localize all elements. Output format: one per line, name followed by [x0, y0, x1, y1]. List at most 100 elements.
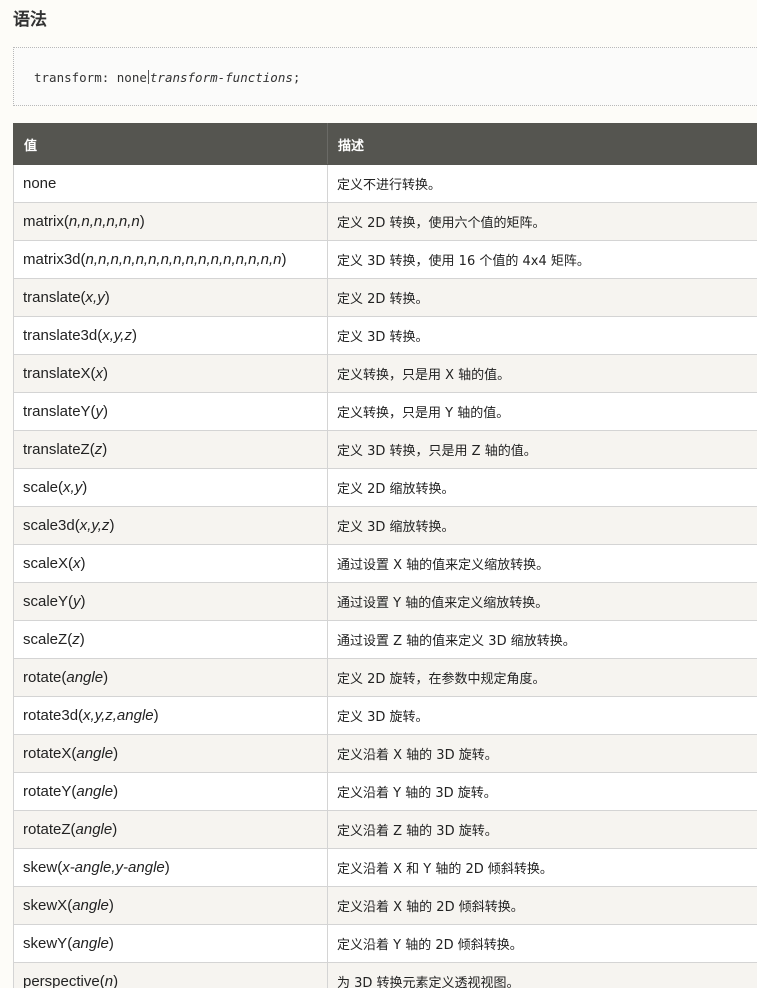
value-cell: scale(x,y) [13, 468, 328, 507]
table-row: skewX(angle) 定义沿着 X 轴的 2D 倾斜转换。 [13, 886, 757, 925]
description-cell: 通过设置 Y 轴的值来定义缩放转换。 [327, 582, 757, 621]
table-row: translateZ(z) 定义 3D 转换，只是用 Z 轴的值。 [13, 430, 757, 469]
function-arguments: x [73, 555, 81, 572]
function-arguments: angle [75, 821, 113, 838]
paren-close: ) [102, 441, 108, 458]
paren-close: ) [103, 365, 109, 382]
function-name: translateX [23, 365, 91, 382]
code-prefix: transform: none [34, 70, 147, 85]
function-name: scale3d [23, 517, 75, 534]
function-name: scaleZ [23, 631, 68, 648]
description-cell: 定义 3D 转换。 [327, 316, 757, 355]
page: 语法 transform: none transform-functions; 值… [0, 0, 757, 988]
function-arguments: x [95, 365, 104, 382]
paren-close: ) [80, 555, 86, 572]
function-name: matrix3d [23, 251, 81, 268]
syntax-code-line: transform: none transform-functions; [34, 70, 300, 85]
value-cell: skew(x-angle,y-angle) [13, 848, 328, 887]
table-row: scale3d(x,y,z) 定义 3D 缩放转换。 [13, 506, 757, 545]
value-cell: perspective(n) [13, 962, 328, 988]
description-cell: 定义 3D 旋转。 [327, 696, 757, 735]
paren-close: ) [139, 213, 145, 230]
value-cell: rotateY(angle) [13, 772, 328, 811]
paren-close: ) [82, 479, 88, 496]
header-value: 值 [13, 123, 328, 165]
paren-close: ) [164, 859, 170, 876]
function-name: scaleY [23, 593, 69, 610]
function-name: skewX [23, 897, 68, 914]
table-row: scale(x,y) 定义 2D 缩放转换。 [13, 468, 757, 507]
table-row: scaleZ(z) 通过设置 Z 轴的值来定义 3D 缩放转换。 [13, 620, 757, 659]
section-title: 语法 [13, 10, 47, 30]
value-cell: translateX(x) [13, 354, 328, 393]
value-cell: matrix(n,n,n,n,n,n) [13, 202, 328, 241]
paren-close: ) [104, 289, 110, 306]
value-cell: scale3d(x,y,z) [13, 506, 328, 545]
function-name: translate3d [23, 327, 98, 344]
function-name: translateZ [23, 441, 90, 458]
paren-close: ) [108, 897, 114, 914]
paren-close: ) [103, 403, 109, 420]
table-row: matrix3d(n,n,n,n,n,n,n,n,n,n,n,n,n,n,n,n… [13, 240, 757, 279]
table-row: scaleY(y) 通过设置 Y 轴的值来定义缩放转换。 [13, 582, 757, 621]
function-arguments: x,y,z [102, 327, 132, 344]
table-row: skewY(angle) 定义沿着 Y 轴的 2D 倾斜转换。 [13, 924, 757, 963]
value-cell: matrix3d(n,n,n,n,n,n,n,n,n,n,n,n,n,n,n,n… [13, 240, 328, 279]
function-arguments: x,y,z [79, 517, 110, 534]
description-cell: 通过设置 X 轴的值来定义缩放转换。 [327, 544, 757, 583]
function-name: skew [23, 859, 58, 876]
table-row: rotate3d(x,y,z,angle) 定义 3D 旋转。 [13, 696, 757, 735]
function-arguments: angle [76, 783, 114, 800]
table-header-row: 值 描述 [13, 123, 757, 165]
table-row: rotateX(angle) 定义沿着 X 轴的 3D 旋转。 [13, 734, 757, 773]
description-cell: 定义沿着 X 轴的 2D 倾斜转换。 [327, 886, 757, 925]
value-cell: rotateZ(angle) [13, 810, 328, 849]
value-cell: translate(x,y) [13, 278, 328, 317]
function-arguments: y [73, 593, 81, 610]
paren-close: ) [79, 631, 85, 648]
paren-close: ) [113, 745, 119, 762]
value-cell: translateY(y) [13, 392, 328, 431]
value-cell: scaleY(y) [13, 582, 328, 621]
function-arguments: angle [66, 669, 104, 686]
function-arguments: n,n,n,n,n,n,n,n,n,n,n,n,n,n,n,n [85, 251, 282, 268]
function-arguments: x,y [63, 479, 83, 496]
function-name: translate [23, 289, 81, 306]
description-cell: 定义沿着 X 轴的 3D 旋转。 [327, 734, 757, 773]
description-cell: 定义不进行转换。 [327, 164, 757, 203]
code-suffix: ; [292, 70, 301, 85]
value-cell: skewY(angle) [13, 924, 328, 963]
function-arguments: n [104, 973, 114, 988]
function-name: rotateZ [23, 821, 71, 838]
description-cell: 定义转换，只是用 X 轴的值。 [327, 354, 757, 393]
function-name: rotateY [23, 783, 72, 800]
description-cell: 定义转换，只是用 Y 轴的值。 [327, 392, 757, 431]
value-cell: scaleX(x) [13, 544, 328, 583]
paren-close: ) [113, 973, 119, 988]
function-arguments: z [72, 631, 80, 648]
description-cell: 定义 2D 转换，使用六个值的矩阵。 [327, 202, 757, 241]
paren-close: ) [131, 327, 137, 344]
table-row: translateX(x) 定义转换，只是用 X 轴的值。 [13, 354, 757, 393]
description-cell: 定义沿着 Z 轴的 3D 旋转。 [327, 810, 757, 849]
table-row: rotate(angle) 定义 2D 旋转，在参数中规定角度。 [13, 658, 757, 697]
code-italic-term: transform-functions [149, 70, 293, 85]
function-arguments: angle [72, 935, 109, 952]
paren-close: ) [108, 935, 114, 952]
description-cell: 定义 3D 转换，只是用 Z 轴的值。 [327, 430, 757, 469]
table-row: matrix(n,n,n,n,n,n) 定义 2D 转换，使用六个值的矩阵。 [13, 202, 757, 241]
value-cell: none [13, 164, 328, 203]
function-name: rotate3d [23, 707, 79, 724]
description-cell: 定义 2D 旋转，在参数中规定角度。 [327, 658, 757, 697]
function-name: scale [23, 479, 59, 496]
table-row: skew(x-angle,y-angle) 定义沿着 X 和 Y 轴的 2D 倾斜… [13, 848, 757, 887]
table-row: translate3d(x,y,z) 定义 3D 转换。 [13, 316, 757, 355]
description-cell: 通过设置 Z 轴的值来定义 3D 缩放转换。 [327, 620, 757, 659]
function-arguments: x-angle,y-angle [62, 859, 165, 876]
syntax-code-block: transform: none transform-functions; [13, 47, 757, 106]
paren-close: ) [153, 707, 159, 724]
function-arguments: n,n,n,n,n,n [68, 213, 140, 230]
table-row: scaleX(x) 通过设置 X 轴的值来定义缩放转换。 [13, 544, 757, 583]
value-cell: rotate3d(x,y,z,angle) [13, 696, 328, 735]
function-name: rotateX [23, 745, 72, 762]
